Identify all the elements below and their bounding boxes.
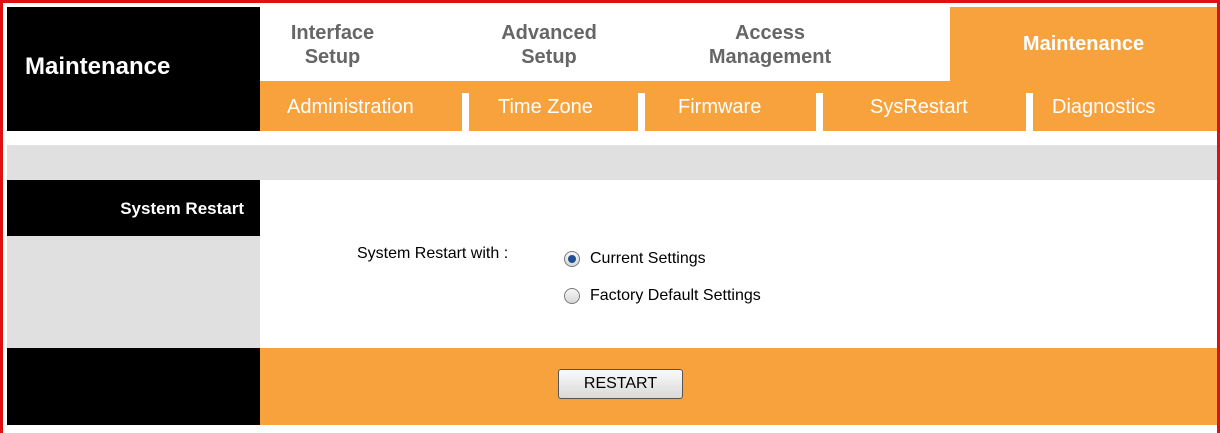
subnav-separator: [1026, 93, 1033, 131]
main-tabs: Interface Setup Advanced Setup Access Ma…: [260, 7, 1217, 81]
spacer-bar: [7, 145, 1217, 180]
tab-access-management[interactable]: Access Management: [670, 7, 870, 81]
footer-left-block: [7, 348, 260, 425]
option-label: Current Settings: [590, 250, 706, 267]
tab-label-line2: Setup: [521, 46, 577, 68]
tab-label-line2: Setup: [304, 46, 361, 68]
brand-panel: Maintenance: [7, 7, 260, 131]
tab-label-line2: Management: [708, 46, 832, 68]
option-label: Factory Default Settings: [590, 287, 761, 304]
subnav-time-zone[interactable]: Time Zone: [498, 96, 593, 119]
option-current-settings[interactable]: Current Settings: [564, 250, 706, 268]
sub-navigation: Administration Time Zone Firmware SysRes…: [260, 81, 1217, 131]
subnav-separator: [638, 93, 645, 131]
option-factory-default[interactable]: Factory Default Settings: [564, 287, 761, 305]
subnav-separator: [816, 93, 823, 131]
tab-label-line1: Advanced: [501, 22, 597, 44]
restart-with-label: System Restart with :: [357, 245, 509, 262]
subnav-diagnostics[interactable]: Diagnostics: [1052, 96, 1155, 119]
tab-advanced-setup[interactable]: Advanced Setup: [460, 7, 638, 81]
tab-label-line1: Access: [734, 22, 806, 44]
radio-factory-default[interactable]: [564, 288, 580, 304]
section-header: System Restart: [7, 180, 260, 236]
subnav-sysrestart[interactable]: SysRestart: [870, 96, 968, 119]
footer-bar: [260, 348, 1217, 425]
brand-title: Maintenance: [25, 53, 171, 80]
radio-current-settings[interactable]: [564, 251, 580, 267]
subnav-administration[interactable]: Administration: [287, 96, 414, 119]
tab-label-line1: Maintenance: [1022, 33, 1145, 55]
tab-maintenance[interactable]: Maintenance: [950, 7, 1217, 81]
content-area: [260, 180, 1217, 348]
restart-button[interactable]: RESTART: [558, 369, 683, 399]
tab-interface-setup[interactable]: Interface Setup: [260, 7, 405, 81]
subnav-firmware[interactable]: Firmware: [678, 96, 761, 119]
subnav-separator: [462, 93, 469, 131]
section-title: System Restart: [120, 199, 244, 218]
tab-label-line1: Interface: [290, 22, 375, 44]
